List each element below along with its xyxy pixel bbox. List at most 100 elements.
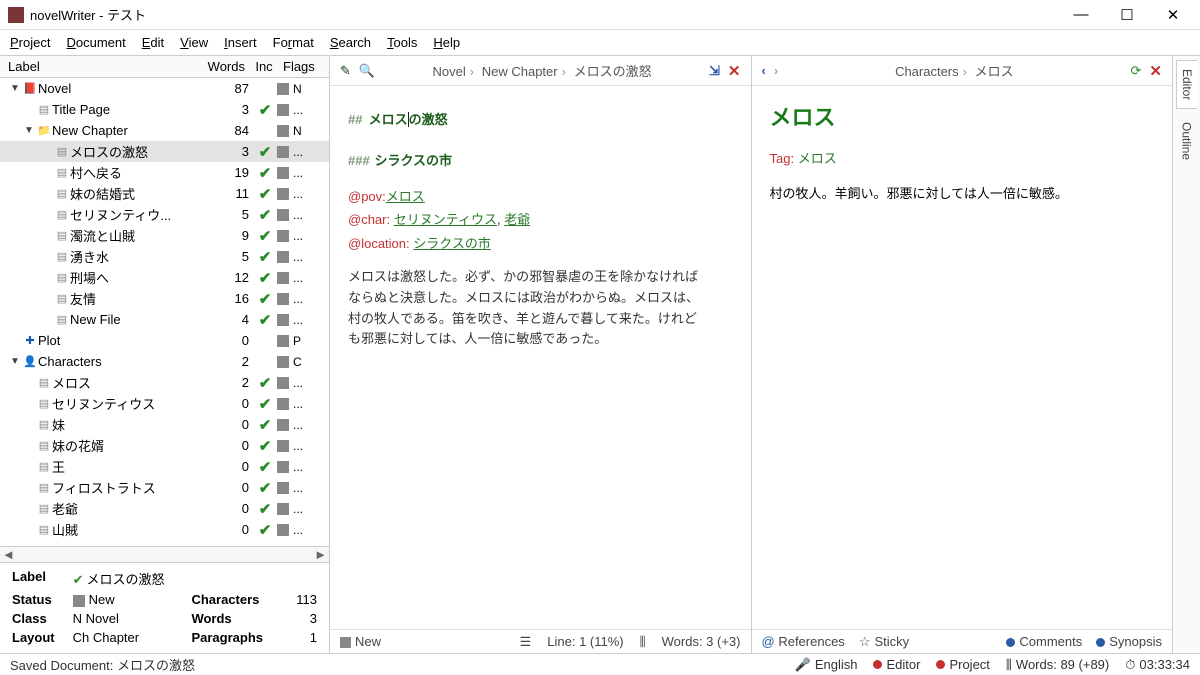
tree-row-words: 0 (207, 333, 253, 348)
tree-row[interactable]: ▤王0✔... (0, 456, 329, 477)
tree-row[interactable]: ▤妹の花婿0✔... (0, 435, 329, 456)
tree-row-label: Title Page (52, 102, 207, 117)
tree-row-flag: ... (277, 502, 325, 516)
menu-project[interactable]: Project (10, 35, 50, 50)
expander-icon[interactable]: ▼ (8, 356, 22, 367)
menu-tools[interactable]: Tools (387, 35, 417, 50)
detail-layout-val: Ch Chapter (73, 630, 174, 645)
editor-body[interactable]: ## メロスの激怒 ### シラクスの市 @pov:メロス @char: セリヌ… (330, 86, 751, 629)
tree-row-label: 妹の結婚式 (70, 184, 207, 203)
footer-synopsis[interactable]: Synopsis (1096, 634, 1162, 649)
titlebar: novelWriter - テスト — ☐ ✕ (0, 0, 1200, 30)
edit-icon[interactable]: ✎ (340, 63, 351, 79)
tree-row-label: 濁流と山賊 (70, 226, 207, 245)
footer-sticky[interactable]: ☆Sticky (859, 634, 909, 650)
tree-row[interactable]: ▤メロス2✔... (0, 372, 329, 393)
tree-row[interactable]: ▤セリヌンティウ...5✔... (0, 204, 329, 225)
close-button[interactable]: ✕ (1160, 6, 1186, 24)
tree-row-label: セリヌンティウス (52, 394, 207, 413)
reload-icon[interactable]: ⟳ (1131, 63, 1142, 79)
tree-row[interactable]: ▤老爺0✔... (0, 498, 329, 519)
detail-paras-lab: Paragraphs (191, 630, 263, 645)
footer-line-icon: ☰ (520, 634, 532, 650)
tree-row[interactable]: ▤濁流と山賊9✔... (0, 225, 329, 246)
tree-row[interactable]: ▼👤Characters2C (0, 351, 329, 372)
menu-help[interactable]: Help (433, 35, 460, 50)
tree-row-label: Novel (38, 81, 207, 96)
nav-fwd-icon[interactable]: › (774, 63, 778, 78)
expander-icon[interactable]: ▼ (8, 83, 22, 94)
search-icon[interactable]: 🔍 (359, 63, 375, 79)
folder-icon: 📁 (36, 124, 52, 138)
tree-row[interactable]: ▤刑場へ12✔... (0, 267, 329, 288)
footer-references[interactable]: @ References (762, 634, 845, 649)
tree-row[interactable]: ▤友情16✔... (0, 288, 329, 309)
maximize-button[interactable]: ☐ (1114, 6, 1140, 24)
meta-loc-link[interactable]: シラクスの市 (413, 236, 491, 251)
tree-row[interactable]: ▤セリヌンティウス0✔... (0, 393, 329, 414)
tree-row-label: Plot (38, 333, 207, 348)
plot-icon: ✚ (22, 334, 38, 348)
tree-hscroll[interactable]: ◄► (0, 546, 329, 562)
menu-edit[interactable]: Edit (142, 35, 164, 50)
tree-row-inc: ✔ (253, 458, 277, 476)
viewer-breadcrumb: Characters› メロス (786, 61, 1122, 80)
project-tree[interactable]: ▼📕Novel87N▤Title Page3✔...▼📁New Chapter8… (0, 78, 329, 546)
tree-row[interactable]: ▤Title Page3✔... (0, 99, 329, 120)
tree-row-inc: ✔ (253, 374, 277, 392)
editor-header: ✎ 🔍 Novel› New Chapter› メロスの激怒 ⇲ ✕ (330, 56, 751, 86)
detail-status-val: New (73, 592, 174, 607)
tree-row[interactable]: ✚Plot0P (0, 330, 329, 351)
tree-row[interactable]: ▼📕Novel87N (0, 78, 329, 99)
tab-outline[interactable]: Outline (1176, 113, 1198, 169)
menu-insert[interactable]: Insert (224, 35, 257, 50)
tree-row-label: メロス (52, 373, 207, 392)
tree-row-flag: ... (277, 103, 325, 117)
hdr-flags[interactable]: Flags (279, 57, 329, 76)
tree-row[interactable]: ▤メロスの激怒3✔... (0, 141, 329, 162)
viewer-close-icon[interactable]: ✕ (1149, 62, 1162, 80)
tree-row[interactable]: ▤妹0✔... (0, 414, 329, 435)
tab-editor[interactable]: Editor (1176, 60, 1198, 109)
split-icon[interactable]: ⇲ (709, 63, 720, 79)
meta-pov-link[interactable]: メロス (386, 189, 425, 204)
tree-row[interactable]: ▤妹の結婚式11✔... (0, 183, 329, 204)
menu-document[interactable]: Document (66, 35, 125, 50)
tree-row-inc: ✔ (253, 395, 277, 413)
status-words: ⫼Words: 89 (+89) (1006, 657, 1109, 673)
tree-row-words: 0 (207, 522, 253, 537)
minimize-button[interactable]: — (1068, 6, 1094, 24)
meta-char-link-1[interactable]: セリヌンティウス (394, 212, 497, 227)
footer-comments[interactable]: Comments (1006, 634, 1082, 649)
meta-char-link-2[interactable]: 老爺 (504, 212, 530, 227)
tree-row[interactable]: ▼📁New Chapter84N (0, 120, 329, 141)
hdr-inc[interactable]: Inc (249, 57, 279, 76)
tree-row[interactable]: ▤湧き水5✔... (0, 246, 329, 267)
expander-icon[interactable]: ▼ (22, 125, 36, 136)
statusbar: Saved Document: メロスの激怒 🎤English Editor P… (0, 653, 1200, 675)
hdr-label[interactable]: Label (0, 57, 203, 76)
tree-row[interactable]: ▤山賊0✔... (0, 519, 329, 540)
tree-row-words: 0 (207, 396, 253, 411)
nav-back-icon[interactable]: ‹ (762, 63, 766, 78)
status-lang[interactable]: 🎤English (795, 657, 858, 673)
detail-label-val: ✔メロスの激怒 (73, 569, 174, 588)
tree-row[interactable]: ▤New File4✔... (0, 309, 329, 330)
tree-row-label: 山賊 (52, 520, 207, 539)
menu-format[interactable]: Format (273, 35, 314, 50)
footer-status: New (340, 634, 381, 649)
tree-row-inc: ✔ (253, 227, 277, 245)
doc-icon: ▤ (36, 418, 52, 432)
hdr-words[interactable]: Words (203, 57, 249, 76)
menu-view[interactable]: View (180, 35, 208, 50)
detail-status-lab: Status (12, 592, 55, 607)
editor-heading-1: ## メロスの激怒 (348, 100, 733, 133)
viewer-panel: ‹ › Characters› メロス ⟳ ✕ メロス Tag: メロス 村の牧… (752, 56, 1173, 653)
menu-search[interactable]: Search (330, 35, 371, 50)
tree-row[interactable]: ▤フィロストラトス0✔... (0, 477, 329, 498)
viewer-tag: Tag: メロス (770, 149, 1155, 170)
editor-close-icon[interactable]: ✕ (728, 62, 741, 80)
window-controls: — ☐ ✕ (1068, 6, 1192, 24)
doc-icon: ▤ (54, 271, 70, 285)
tree-row[interactable]: ▤村へ戻る19✔... (0, 162, 329, 183)
